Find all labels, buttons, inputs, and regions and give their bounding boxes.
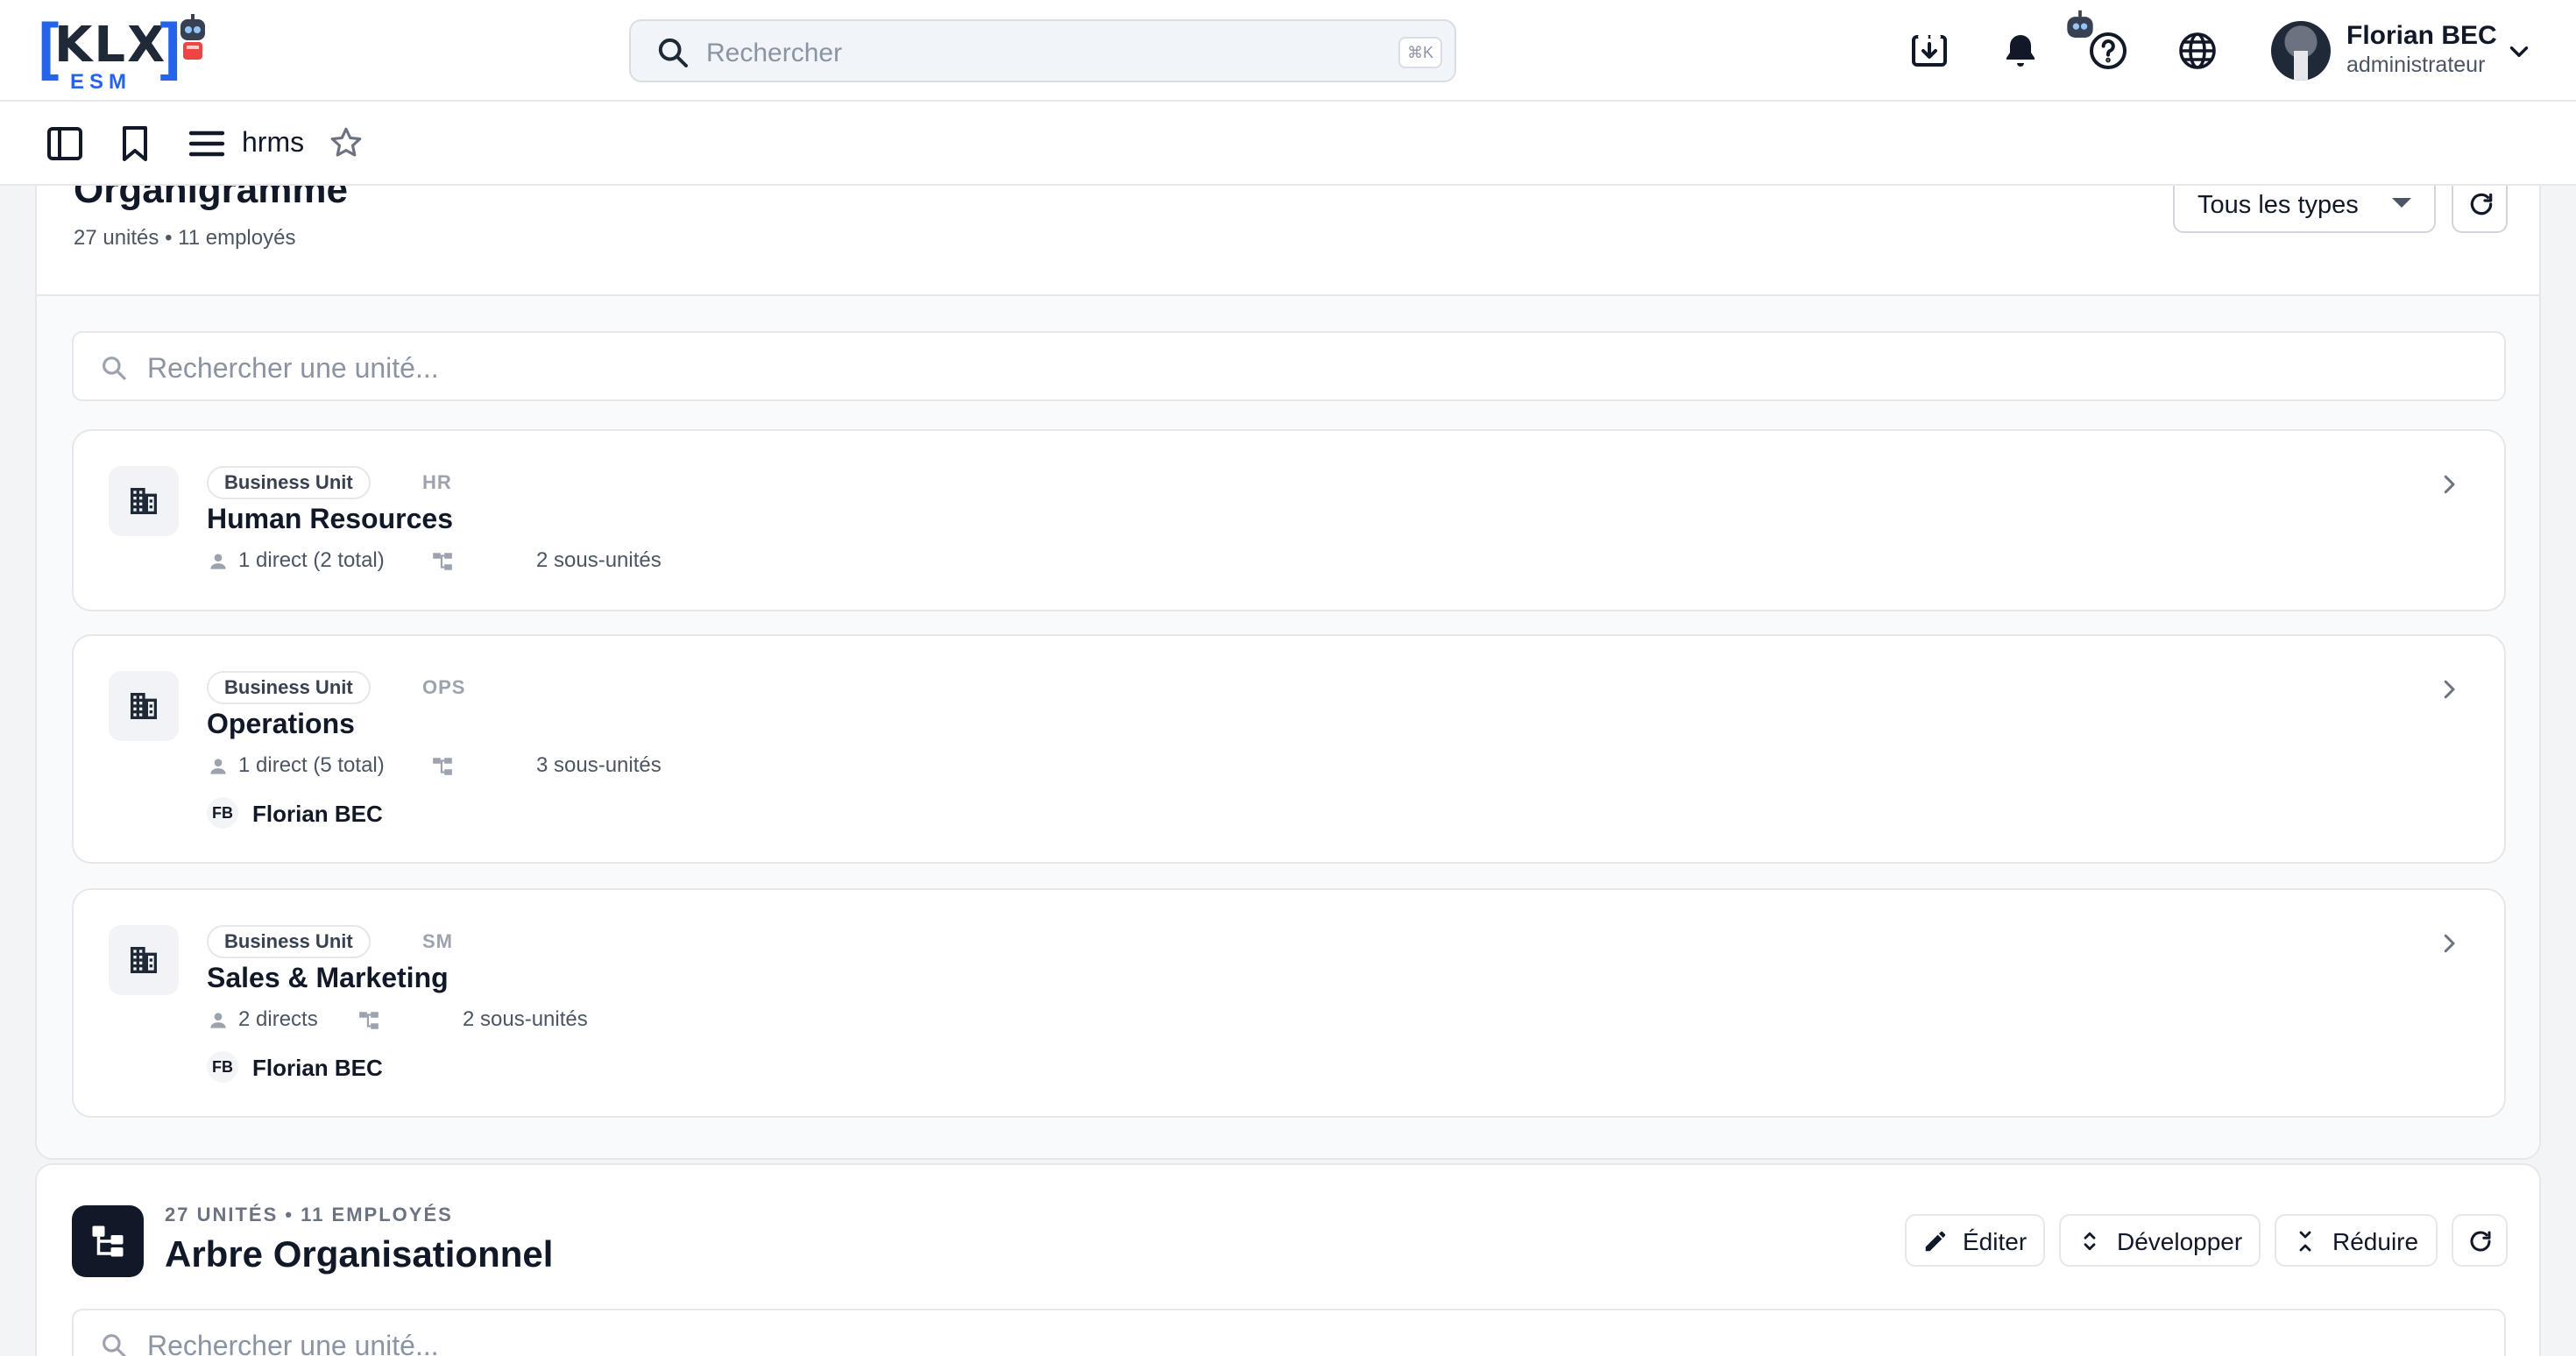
- refresh-icon: [2470, 1231, 2491, 1252]
- manager-initials-avatar: FB: [207, 1051, 238, 1083]
- favorite-star-icon[interactable]: [328, 124, 364, 161]
- unit-name: Operations: [207, 708, 355, 739]
- chevron-down-icon[interactable]: [2504, 37, 2534, 67]
- help-icon[interactable]: [2087, 30, 2129, 72]
- org-tree-icon: [92, 1225, 124, 1257]
- unit-name: Human Resources: [207, 503, 453, 534]
- hierarchy-icon: [433, 553, 452, 570]
- orgchart-body: Rechercher une unité... Business Unit HR…: [37, 296, 2539, 1158]
- unit-direct-count: 1 direct (5 total): [238, 753, 385, 777]
- refresh-icon: [2470, 193, 2493, 215]
- unit-type-badge: Business Unit: [207, 671, 371, 704]
- unit-icon-container: [109, 925, 179, 995]
- collapse-button[interactable]: Réduire: [2275, 1214, 2438, 1267]
- hierarchy-icon: [433, 758, 452, 775]
- top-bar: [ KLX ] ESM Rechercher ⌘K Florian BEC ad…: [0, 0, 2576, 102]
- unit-type-badge: Business Unit: [207, 925, 371, 958]
- tree-title: Arbre Organisationnel: [165, 1233, 554, 1275]
- person-icon: [210, 1013, 226, 1028]
- manager-name: Florian BEC: [252, 801, 383, 827]
- unit-search[interactable]: Rechercher une unité...: [72, 331, 2506, 401]
- expand-button[interactable]: Développer: [2059, 1214, 2261, 1267]
- orgchart-summary: 27 unités • 11 employés: [74, 226, 296, 250]
- tree-unit-search-input[interactable]: Rechercher une unité...: [147, 1330, 439, 1356]
- chevron-right-icon[interactable]: [2436, 471, 2462, 498]
- edit-button-label: Éditer: [1963, 1228, 2028, 1255]
- person-icon: [210, 759, 226, 774]
- orgchart-card: Organigramme 27 unités • 11 employés Tou…: [35, 131, 2541, 1160]
- hierarchy-icon: [359, 1012, 379, 1029]
- unit-type-badge: Business Unit: [207, 466, 371, 499]
- unit-card-ops[interactable]: Business Unit OPS Operations 1 direct (5…: [72, 634, 2506, 864]
- robot-icon: [180, 14, 205, 60]
- search-shortcut-badge: ⌘K: [1398, 37, 1442, 68]
- search-icon: [658, 38, 688, 67]
- unit-direct-count: 2 directs: [238, 1007, 318, 1031]
- unit-search-input[interactable]: Rechercher une unité...: [147, 352, 439, 385]
- pencil-icon: [1925, 1231, 1946, 1252]
- unit-subunit-count: 2 sous-unités: [463, 1007, 588, 1031]
- caret-down-icon: [2392, 198, 2411, 208]
- secondary-toolbar: hrms: [0, 102, 2576, 186]
- unit-icon-container: [109, 671, 179, 741]
- collapse-button-label: Réduire: [2332, 1228, 2419, 1255]
- building-icon: [131, 947, 157, 973]
- sidebar-toggle-icon[interactable]: [44, 123, 86, 165]
- edit-button[interactable]: Éditer: [1905, 1214, 2045, 1267]
- chevron-right-icon[interactable]: [2436, 676, 2462, 703]
- expand-icon: [2084, 1232, 2096, 1251]
- tree-summary: 27 UNITÉS • 11 EMPLOYÉS: [165, 1204, 453, 1225]
- bookmark-icon[interactable]: [114, 123, 156, 165]
- unit-type-select-value: Tous les types: [2197, 191, 2359, 219]
- unit-card-hr[interactable]: Business Unit HR Human Resources 1 direc…: [72, 429, 2506, 611]
- unit-card-sm[interactable]: Business Unit SM Sales & Marketing 2 dir…: [72, 888, 2506, 1118]
- unit-code: SM: [422, 930, 453, 952]
- global-search-input[interactable]: Rechercher: [706, 39, 842, 68]
- tree-refresh-button[interactable]: [2452, 1214, 2508, 1267]
- logo-subtext: ESM: [70, 70, 132, 94]
- tree-unit-search[interactable]: Rechercher une unité...: [72, 1309, 2506, 1356]
- tree-icon-container: [72, 1205, 144, 1277]
- search-icon: [103, 357, 126, 380]
- manager-name: Florian BEC: [252, 1055, 383, 1081]
- unit-subunit-count: 3 sous-unités: [536, 753, 662, 777]
- menu-icon[interactable]: [186, 123, 228, 165]
- unit-subunit-count: 2 sous-unités: [536, 548, 662, 572]
- user-avatar[interactable]: [2271, 21, 2331, 81]
- unit-code: OPS: [422, 676, 466, 698]
- collapse-icon: [2299, 1231, 2311, 1252]
- chevron-right-icon[interactable]: [2436, 930, 2462, 957]
- search-icon: [103, 1334, 126, 1356]
- building-icon: [131, 488, 157, 514]
- user-name[interactable]: Florian BEC: [2346, 21, 2497, 51]
- unit-code: HR: [422, 471, 452, 493]
- person-icon: [210, 554, 226, 569]
- unit-direct-count: 1 direct (2 total): [238, 548, 385, 572]
- unit-icon-container: [109, 466, 179, 536]
- building-icon: [131, 693, 157, 719]
- klx-esm-logo[interactable]: [ KLX ] ESM: [28, 14, 212, 93]
- module-name[interactable]: hrms: [242, 126, 304, 159]
- global-search[interactable]: Rechercher ⌘K: [629, 19, 1456, 82]
- notification-bell-icon[interactable]: [1999, 30, 2042, 72]
- unit-name: Sales & Marketing: [207, 962, 449, 993]
- language-globe-icon[interactable]: [2176, 30, 2219, 72]
- manager-initials-avatar: FB: [207, 797, 238, 829]
- org-tree-card: 27 UNITÉS • 11 EMPLOYÉS Arbre Organisati…: [35, 1163, 2541, 1356]
- user-role: administrateur: [2346, 53, 2486, 77]
- download-icon[interactable]: [1908, 30, 1950, 72]
- expand-button-label: Développer: [2117, 1228, 2243, 1255]
